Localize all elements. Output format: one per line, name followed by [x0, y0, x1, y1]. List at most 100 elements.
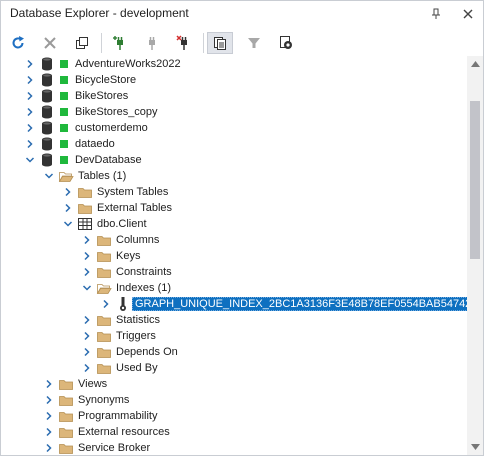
database-gear-icon — [280, 36, 292, 49]
chevron-right-icon[interactable] — [82, 250, 92, 262]
index-node[interactable]: GRAPH_UNIQUE_INDEX_2BC1A3136F3E48B78EF05… — [1, 296, 467, 312]
tree-node-label: DevDatabase — [75, 154, 142, 166]
database-node[interactable]: AdventureWorks2022 — [1, 56, 467, 72]
disconnect-button[interactable] — [173, 32, 195, 54]
connection-status-icon — [60, 92, 68, 100]
folder-icon — [96, 264, 112, 280]
folder-icon — [58, 408, 74, 424]
folder-open-icon — [96, 280, 112, 296]
chevron-right-icon[interactable] — [63, 202, 73, 214]
folder-node[interactable]: Programmability — [1, 408, 467, 424]
tree-node-label: Columns — [116, 234, 160, 246]
chevron-right-icon[interactable] — [63, 186, 73, 198]
folder-node[interactable]: Columns — [1, 232, 467, 248]
edit-connection-button[interactable] — [141, 32, 163, 54]
refresh-icon — [12, 36, 24, 49]
pin-button[interactable] — [427, 5, 444, 22]
database-node[interactable]: BicycleStore — [1, 72, 467, 88]
folder-icon — [96, 360, 112, 376]
tree-node-label: Tables (1) — [78, 170, 127, 182]
chevron-right-icon[interactable] — [25, 74, 35, 86]
tree-node-label: Programmability — [78, 410, 158, 422]
tree-node-label: External resources — [78, 426, 170, 438]
folder-node[interactable]: Tables (1) — [1, 168, 467, 184]
chevron-right-icon[interactable] — [44, 426, 54, 438]
chevron-right-icon[interactable] — [82, 330, 92, 342]
folder-node[interactable]: System Tables — [1, 184, 467, 200]
chevron-right-icon[interactable] — [82, 266, 92, 278]
tree-node-label: customerdemo — [75, 122, 148, 134]
folder-node[interactable]: Statistics — [1, 312, 467, 328]
chevron-right-icon[interactable] — [44, 442, 54, 454]
chevron-right-icon[interactable] — [44, 410, 54, 422]
tree-node-label: Depends On — [116, 346, 178, 358]
table-node[interactable]: dbo.Client — [1, 216, 467, 232]
folder-node[interactable]: External Tables — [1, 200, 467, 216]
scroll-down-button[interactable] — [467, 439, 483, 455]
filter-objects-button[interactable] — [207, 32, 233, 54]
database-settings-button[interactable] — [275, 32, 297, 54]
duplicate-button[interactable] — [71, 32, 93, 54]
tree-node-label: Synonyms — [78, 394, 130, 406]
folder-node[interactable]: Triggers — [1, 328, 467, 344]
tree-node-label: AdventureWorks2022 — [75, 58, 181, 70]
tree-node-label: Statistics — [116, 314, 161, 326]
chevron-right-icon[interactable] — [25, 138, 35, 150]
folder-node[interactable]: Indexes (1) — [1, 280, 467, 296]
chevron-right-icon[interactable] — [44, 378, 54, 390]
folder-node[interactable]: External resources — [1, 424, 467, 440]
toolbar-separator — [203, 33, 204, 53]
tree-node-label: System Tables — [97, 186, 169, 198]
folder-icon — [58, 376, 74, 392]
chevron-right-icon[interactable] — [82, 314, 92, 326]
database-icon — [39, 88, 55, 104]
chevron-right-icon[interactable] — [25, 90, 35, 102]
plug-remove-icon — [176, 35, 187, 50]
delete-button[interactable] — [39, 32, 61, 54]
folder-node[interactable]: Service Broker — [1, 440, 467, 455]
chevron-right-icon[interactable] — [25, 58, 35, 70]
chevron-down-icon[interactable] — [82, 282, 92, 294]
connection-status-icon — [60, 156, 68, 164]
folder-icon — [58, 392, 74, 408]
chevron-down-icon[interactable] — [63, 218, 73, 230]
folder-open-icon — [58, 168, 74, 184]
folder-node[interactable]: Synonyms — [1, 392, 467, 408]
folder-node[interactable]: Used By — [1, 360, 467, 376]
refresh-button[interactable] — [7, 32, 29, 54]
database-icon — [39, 152, 55, 168]
tree-node-label: dbo.Client — [97, 218, 147, 230]
folder-node[interactable]: Constraints — [1, 264, 467, 280]
chevron-right-icon[interactable] — [25, 122, 35, 134]
chevron-right-icon[interactable] — [82, 362, 92, 374]
arrow-up-icon — [470, 61, 480, 67]
chevron-down-icon[interactable] — [44, 170, 54, 182]
database-node[interactable]: customerdemo — [1, 120, 467, 136]
database-explorer-window: Database Explorer - development Adventur… — [0, 0, 484, 456]
folder-node[interactable]: Keys — [1, 248, 467, 264]
filter-button[interactable] — [243, 32, 265, 54]
scroll-up-button[interactable] — [467, 56, 483, 72]
new-connection-button[interactable] — [109, 32, 131, 54]
chevron-down-icon[interactable] — [25, 154, 35, 166]
chevron-right-icon[interactable] — [82, 346, 92, 358]
close-button[interactable] — [459, 5, 476, 22]
database-node[interactable]: DevDatabase — [1, 152, 467, 168]
folder-node[interactable]: Depends On — [1, 344, 467, 360]
database-node[interactable]: BikeStores_copy — [1, 104, 467, 120]
database-node[interactable]: dataedo — [1, 136, 467, 152]
folder-node[interactable]: Views — [1, 376, 467, 392]
folder-icon — [58, 424, 74, 440]
object-tree[interactable]: AdventureWorks2022 BicycleStore BikeStores… — [1, 56, 467, 455]
vertical-scrollbar[interactable] — [467, 56, 483, 455]
chevron-right-icon[interactable] — [25, 106, 35, 118]
chevron-right-icon[interactable] — [44, 394, 54, 406]
chevron-right-icon[interactable] — [101, 298, 111, 310]
database-node[interactable]: BikeStores — [1, 88, 467, 104]
chevron-right-icon[interactable] — [82, 234, 92, 246]
scrollbar-thumb[interactable] — [470, 101, 480, 260]
folder-icon — [96, 312, 112, 328]
database-icon — [39, 56, 55, 72]
tree-node-label: Views — [78, 378, 108, 390]
index-key-icon — [115, 296, 131, 312]
